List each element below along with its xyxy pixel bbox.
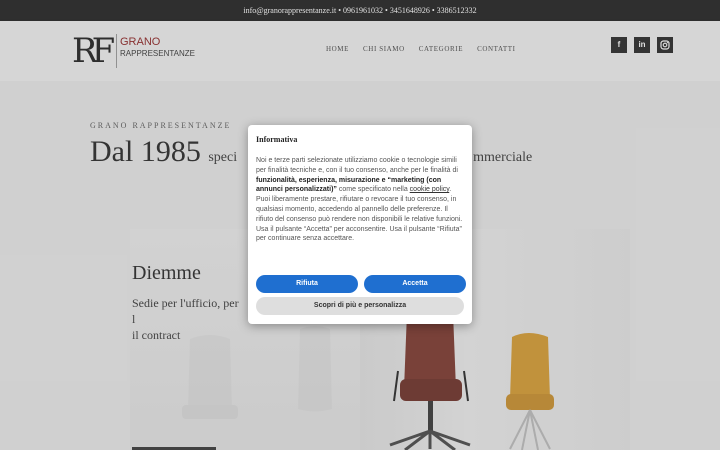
reject-button[interactable]: Rifiuta [256,275,358,293]
top-contact-bar: info@granorappresentanze.it • 0961961032… [0,0,720,21]
consent-buttons: Rifiuta Accetta [256,275,466,293]
consent-text: Noi e terze parti selezionate utilizziam… [256,156,464,244]
customize-button[interactable]: Scopri di più e personalizza [256,297,464,315]
consent-text-mid: come specificato nella [336,186,410,194]
consent-text-intro: Noi e terze parti selezionate utilizziam… [256,157,458,174]
contact-info-text: info@granorappresentanze.it • 0961961032… [243,6,477,15]
cookie-consent-dialog: Informativa Noi e terze parti selezionat… [248,125,472,324]
accept-button[interactable]: Accetta [364,275,466,293]
consent-instructions: Usa il pulsante “Accetta” per acconsenti… [256,225,462,243]
consent-title: Informativa [256,135,298,144]
cookie-policy-link[interactable]: cookie policy [410,186,450,193]
